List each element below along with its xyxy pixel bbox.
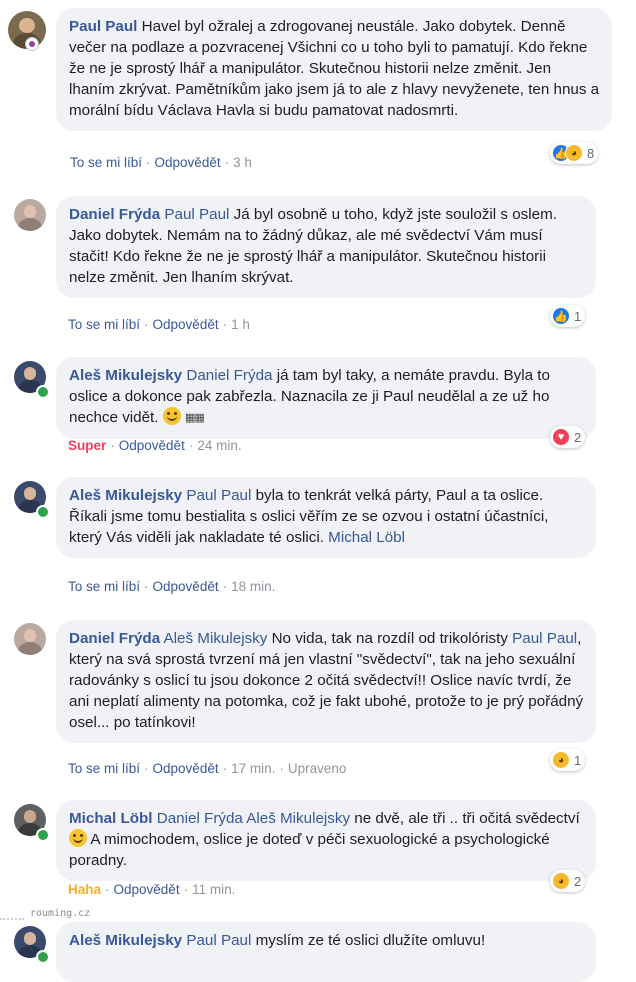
timestamp[interactable]: 1 h [231,317,250,332]
mention-link[interactable]: Daniel Frýda Aleš Mikulejsky [157,810,350,827]
comment-text: A mimochodem, oslice je doteď v péči sex… [69,831,550,869]
mention-link[interactable]: Paul Paul [512,630,577,647]
comment-text: Havel byl ožralej a zdrogovanej neustále… [69,18,600,119]
comment-text: myslím ze té oslici dlužíte omluvu! [251,932,486,949]
comment-text: ne dvě, ale tři .. tři očitá svědectví [350,810,580,827]
comment-author[interactable]: Michal Löbl [69,810,153,827]
reaction-link-haha[interactable]: Haha [68,882,101,897]
reactions-summary[interactable]: ♥ 2 [550,426,586,448]
comment-author[interactable]: Daniel Frýda [69,206,160,223]
haha-icon: ◕ [552,751,570,769]
timestamp[interactable]: 24 min. [197,438,241,453]
comment-bubble: Aleš Mikulejsky Daniel Frýda já tam byl … [56,357,596,439]
online-status-icon [36,385,50,399]
comment-author[interactable]: Daniel Frýda [69,630,160,647]
reply-link[interactable]: Odpovědět [114,882,180,897]
comment-actions: To se mi líbí · Odpovědět · 18 min. [68,579,276,594]
comment-bubble: Paul Paul Havel byl ožralej a zdrogovane… [56,8,612,131]
mention-link[interactable]: Paul Paul [164,206,229,223]
reactions-summary[interactable]: 👍 ◕ 8 [550,142,599,164]
mention-link[interactable]: Daniel Frýda [186,367,272,384]
reaction-count: 2 [574,873,582,889]
haha-icon: ◕ [565,144,583,162]
timestamp[interactable]: 18 min. [231,579,275,594]
smile-emoji-icon [69,829,87,847]
comment-actions: Haha · Odpovědět · 11 min. [68,882,236,897]
profile-frame-badge-icon [25,37,39,51]
haha-icon: ◕ [552,872,570,890]
online-status-icon [36,950,50,964]
mention-link[interactable]: Paul Paul [186,487,251,504]
mention-link[interactable]: Michal Löbl [328,529,405,546]
reactions-summary[interactable]: 👍 1 [550,305,586,327]
reactions-summary[interactable]: ◕ 2 [550,870,586,892]
divider [0,918,24,920]
comment-bubble: Aleš Mikulejsky Paul Paul byla to tenkrá… [56,477,596,558]
comment-text: No vida, tak na rozdíl od trikolóristy [267,630,513,647]
mention-link[interactable]: Aleš Mikulejsky [164,630,268,647]
comment-author[interactable]: Paul Paul [69,18,137,35]
avatar[interactable] [14,623,46,655]
like-link[interactable]: To se mi líbí [68,579,140,594]
timestamp[interactable]: 17 min. [231,761,275,776]
reactions-summary[interactable]: ◕ 1 [550,749,586,771]
comment-author[interactable]: Aleš Mikulejsky [69,487,182,504]
like-link[interactable]: To se mi líbí [68,317,140,332]
edited-link[interactable]: Upraveno [288,761,347,776]
reaction-count: 1 [574,752,582,768]
reply-link[interactable]: Odpovědět [153,317,219,332]
watermark: rouming.cz [30,908,91,919]
reply-link[interactable]: Odpovědět [153,761,219,776]
comment-actions: To se mi líbí · Odpovědět · 17 min. · Upraveno [68,761,347,776]
reaction-count: 1 [574,308,582,324]
avatar[interactable] [14,199,46,231]
comment-bubble: Daniel Frýda Aleš Mikulejsky No vida, ta… [56,620,596,743]
reply-link[interactable]: Odpovědět [155,155,221,170]
reaction-link-super[interactable]: Super [68,438,106,453]
like-icon: 👍 [552,307,570,325]
online-status-icon [36,828,50,842]
mention-link[interactable]: Paul Paul [186,932,251,949]
comment-bubble: Aleš Mikulejsky Paul Paul myslím ze té o… [56,922,596,982]
small-flag-icon: ▦▦ [184,412,205,424]
comment-author[interactable]: Aleš Mikulejsky [69,932,182,949]
timestamp[interactable]: 11 min. [192,882,235,897]
comment-actions: To se mi líbí · Odpovědět · 1 h [68,317,250,332]
reply-link[interactable]: Odpovědět [119,438,185,453]
comment-actions: Super · Odpovědět · 24 min. [68,438,242,453]
timestamp[interactable]: 3 h [233,155,252,170]
online-status-icon [36,505,50,519]
comment-actions: To se mi líbí · Odpovědět · 3 h [70,155,252,170]
reply-link[interactable]: Odpovědět [153,579,219,594]
comment-bubble: Michal Löbl Daniel Frýda Aleš Mikulejsky… [56,800,596,881]
reaction-count: 2 [574,429,582,445]
comment-author[interactable]: Aleš Mikulejsky [69,367,182,384]
reaction-count: 8 [587,145,595,161]
love-icon: ♥ [552,428,570,446]
like-link[interactable]: To se mi líbí [68,761,140,776]
comment-bubble: Daniel Frýda Paul Paul Já byl osobně u t… [56,196,596,298]
like-link[interactable]: To se mi líbí [70,155,142,170]
smirk-emoji-icon [162,407,181,425]
